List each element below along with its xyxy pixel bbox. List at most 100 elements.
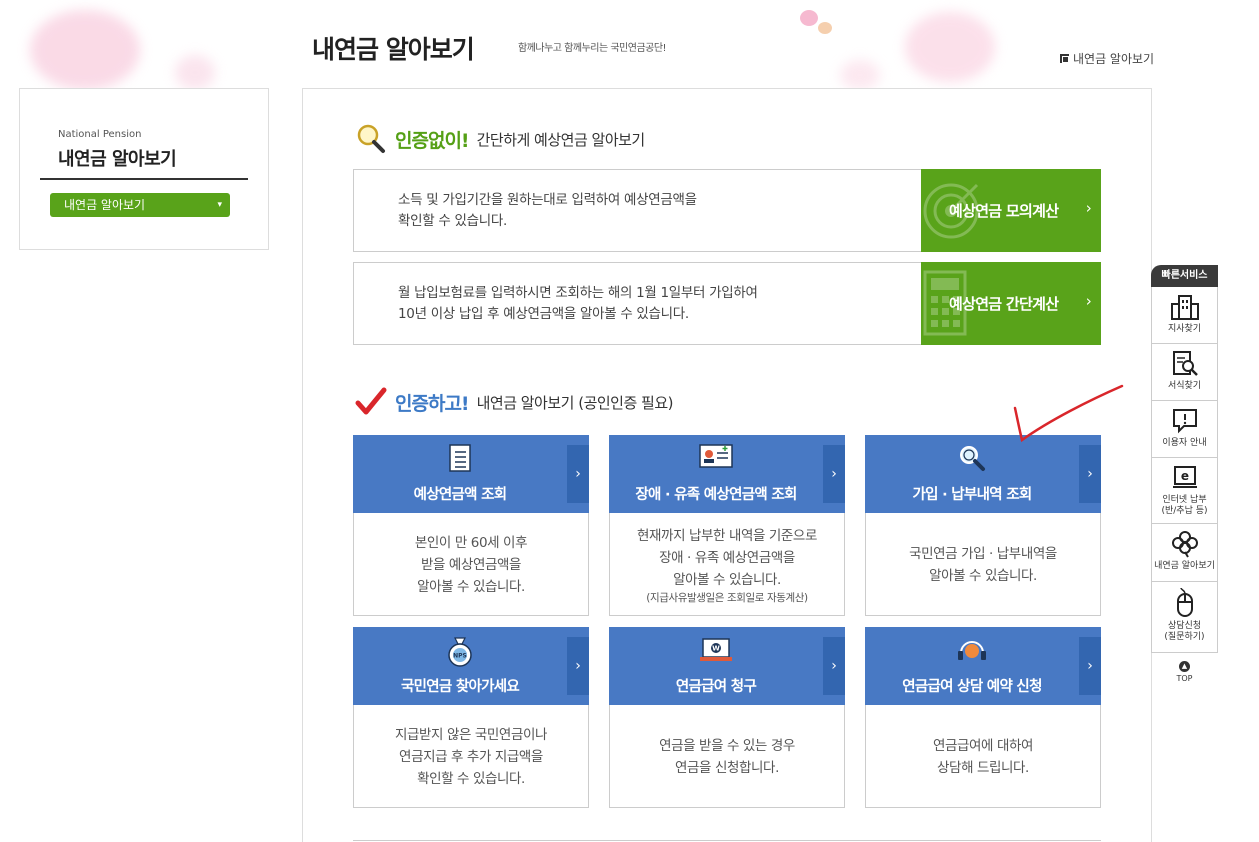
simulation-row: 소득 및 가입기간을 원하는대로 입력하여 예상연금액을 확인할 수 있습니다.… — [353, 169, 1101, 252]
row-desc-line: 월 납입보험료를 입력하시면 조회하는 해의 1월 1일부터 가입하여 — [398, 285, 758, 301]
expected-pension-card[interactable]: 예상연금액 조회 › 본인이 만 60세 이후 받을 예상연금액을 알아볼 수 … — [353, 435, 589, 616]
card-title: 연금급여 상담 예약 신청 — [902, 679, 1042, 695]
quick-service-title: 빠른서비스 — [1151, 265, 1218, 287]
card-note: (지급사유발생일은 조회일로 자동계산) — [646, 591, 808, 604]
card-desc-line: 연금을 받을 수 있는 경우 — [659, 737, 795, 754]
find-pension-card[interactable]: NPS 국민연금 찾아가세요 › 지급받지 않은 국민연금이나 연금지급 후 추… — [353, 627, 589, 808]
row-desc-line: 소득 및 가입기간을 원하는대로 입력하여 예상연금액을 — [398, 192, 697, 208]
chevron-right-icon: › — [567, 445, 589, 503]
simple-calc-row: 월 납입보험료를 입력하시면 조회하는 해의 1월 1일부터 가입하여 10년 … — [353, 262, 1101, 345]
card-desc-line: 상담해 드립니다. — [937, 759, 1029, 776]
decorative-heart — [30, 10, 140, 90]
nps-pouch-icon: NPS — [448, 637, 472, 667]
card-title: 연금급여 청구 — [675, 679, 757, 695]
chevron-right-icon: › — [1085, 199, 1092, 217]
svg-text:W: W — [712, 645, 720, 653]
pension-claim-card[interactable]: W 연금급여 청구 › 연금을 받을 수 있는 경우 연금을 신청합니다. — [609, 627, 845, 808]
section-label: 간단하게 예상연금 알아보기 — [476, 130, 646, 149]
svg-text:e: e — [1180, 469, 1188, 483]
decorative-heart — [818, 22, 832, 34]
subscription-payment-card[interactable]: 가입 · 납부내역 조회 › 국민연금 가입 · 납부내역을 알아볼 수 있습니… — [865, 435, 1101, 616]
quick-item-my-pension[interactable]: 내연금 알아보기 — [1152, 524, 1217, 582]
sidebar-divider — [40, 178, 248, 180]
decorative-heart — [800, 10, 818, 26]
sidebar-select-value: 내연금 알아보기 — [64, 198, 146, 212]
section-no-auth-heading: 인증없이! 간단하게 예상연금 알아보기 — [355, 123, 645, 155]
card-title: 국민연금 찾아가세요 — [400, 679, 520, 695]
card-desc-line: 확인할 수 있습니다. — [417, 770, 525, 787]
card-desc-line: 현재까지 납부한 내역을 기준으로 — [637, 527, 817, 544]
id-card-icon — [699, 444, 733, 468]
quick-item-internet-payment[interactable]: e 인터넷 납부 (반/추납 등) — [1152, 458, 1217, 524]
breadcrumb-label: 내연금 알아보기 — [1073, 52, 1155, 66]
row-desc-line: 확인할 수 있습니다. — [398, 213, 507, 229]
disability-survivor-card[interactable]: 장애 · 유족 예상연금액 조회 › 현재까지 납부한 내역을 기준으로 장애 … — [609, 435, 845, 616]
chevron-right-icon: › — [823, 637, 845, 695]
card-desc-line: 알아볼 수 있습니다. — [417, 578, 525, 595]
section-label: 내연금 알아보기 (공인인증 필요) — [476, 393, 674, 412]
mouse-icon — [1176, 588, 1193, 617]
sidebar: National Pension 내연금 알아보기 내연금 알아보기 ▾ — [19, 88, 269, 250]
document-search-icon — [1172, 351, 1198, 376]
simple-calculation-button[interactable]: 예상연금 간단계산 › — [921, 262, 1101, 345]
quick-item-user-guide[interactable]: 이용자 안내 — [1152, 401, 1217, 458]
chevron-right-icon: › — [1085, 292, 1092, 310]
page-title: 내연금 알아보기 — [312, 35, 475, 64]
chevron-down-icon: ▾ — [217, 200, 222, 210]
home-icon — [1060, 54, 1069, 63]
card-title: 예상연금액 조회 — [413, 487, 508, 503]
card-desc-line: 연금지급 후 추가 지급액을 — [399, 748, 543, 765]
clover-icon — [1171, 531, 1198, 558]
card-desc-line: 본인이 만 60세 이후 — [414, 534, 528, 551]
e-payment-icon: e — [1172, 466, 1197, 488]
chevron-right-icon: › — [567, 637, 589, 695]
section-auth-heading: 인증하고! 내연금 알아보기 (공인인증 필요) — [355, 387, 674, 417]
card-desc-line: 장애 · 유족 예상연금액을 — [659, 549, 795, 566]
sidebar-title: 내연금 알아보기 — [58, 149, 177, 170]
quick-item-label: 상담신청 — [1167, 621, 1202, 631]
card-title: 가입 · 납부내역 조회 — [912, 487, 1033, 503]
checkmark-icon — [355, 387, 387, 415]
arrow-up-icon: ▲ — [1179, 661, 1190, 672]
quick-item-label: 인터넷 납부 — [1162, 495, 1207, 505]
chevron-right-icon: › — [1079, 445, 1101, 503]
quick-item-label: 지사찾기 — [1167, 324, 1202, 334]
section-strong-label: 인증없이! — [395, 129, 470, 152]
info-bubble-icon — [1172, 409, 1197, 434]
quick-service-panel: 빠른서비스 지사찾기 서식찾기 이용자 안내 e 인터넷 납부 (반/추납 등)… — [1151, 265, 1218, 683]
quick-item-sublabel: (반/추납 등) — [1161, 506, 1208, 516]
card-desc-line: 알아볼 수 있습니다. — [673, 571, 781, 588]
row-desc-line: 10년 이상 납입 후 예상연금액을 알아볼 수 있습니다. — [398, 306, 689, 322]
card-desc-line: 연금급여에 대하여 — [932, 737, 1034, 754]
decorative-heart — [905, 12, 995, 82]
top-label: TOP — [1176, 674, 1193, 683]
decorative-heart — [840, 60, 880, 90]
sidebar-en-label: National Pension — [58, 129, 142, 140]
scroll-top-button[interactable]: ▲ TOP — [1151, 661, 1218, 683]
page-subtitle: 함께나누고 함께누리는 국민연금공단! — [518, 43, 667, 54]
mock-calculation-button[interactable]: 예상연금 모의계산 › — [921, 169, 1101, 252]
red-check-annotation — [1013, 384, 1124, 443]
magnifier-icon — [357, 124, 385, 153]
document-list-icon — [449, 444, 471, 472]
quick-item-consultation[interactable]: 상담신청 (질문하기) — [1152, 582, 1217, 652]
quick-item-form-finder[interactable]: 서식찾기 — [1152, 344, 1217, 401]
svg-text:NPS: NPS — [453, 653, 467, 660]
consultation-reservation-card[interactable]: 연금급여 상담 예약 신청 › 연금급여에 대하여 상담해 드립니다. — [865, 627, 1101, 808]
main-content: 인증없이! 간단하게 예상연금 알아보기 소득 및 가입기간을 원하는대로 입력… — [302, 88, 1152, 842]
breadcrumb[interactable]: 내연금 알아보기 — [1060, 50, 1154, 67]
won-laptop-icon: W — [700, 638, 732, 661]
card-desc-line: 지급받지 않은 국민연금이나 — [394, 726, 548, 743]
target-icon — [923, 183, 979, 239]
chevron-right-icon: › — [823, 445, 845, 503]
quick-item-label: 이용자 안내 — [1162, 438, 1207, 448]
decorative-heart — [175, 55, 215, 90]
card-desc-line: 연금을 신청합니다. — [675, 759, 779, 776]
quick-item-sublabel: (질문하기) — [1164, 632, 1205, 642]
sidebar-menu-select[interactable]: 내연금 알아보기 ▾ — [50, 193, 230, 217]
quick-item-label: 내연금 알아보기 — [1154, 561, 1215, 571]
building-icon — [1170, 295, 1199, 320]
headset-icon — [958, 641, 986, 660]
quick-item-branch-finder[interactable]: 지사찾기 — [1152, 287, 1217, 344]
calculator-icon — [923, 270, 967, 336]
